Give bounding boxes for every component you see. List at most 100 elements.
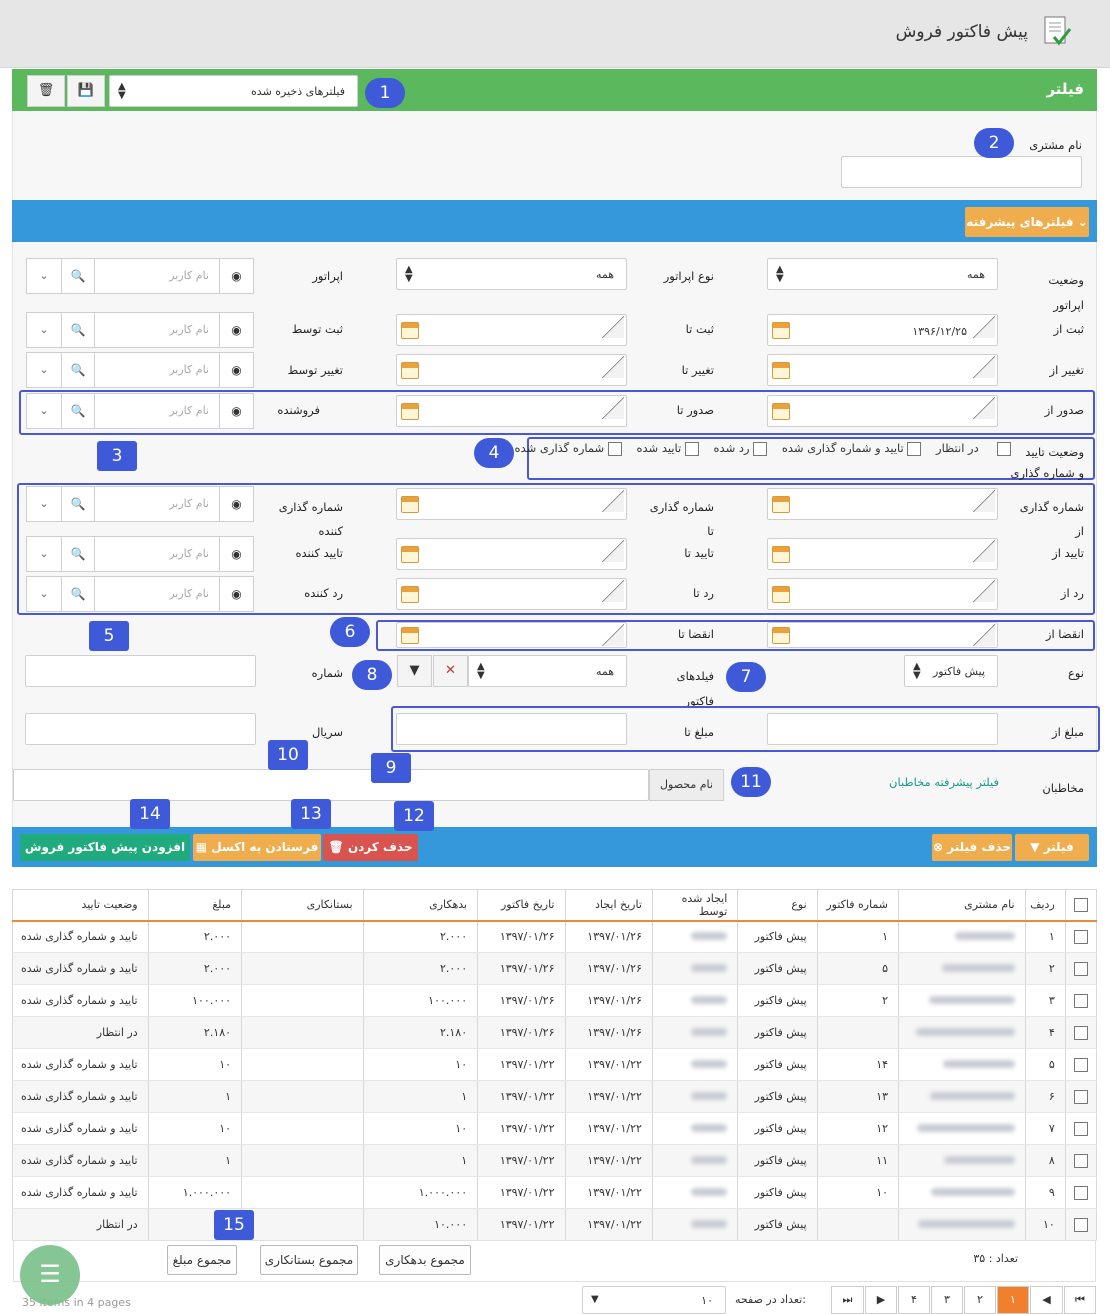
rejecter-user-picker[interactable]: ◉ نام کاربر 🔍 ⌄ [26,576,254,612]
calendar-icon[interactable] [401,496,419,513]
reg-by-user-picker[interactable]: ◉ نام کاربر 🔍 ⌄ [26,312,254,348]
table-row[interactable]: تایید و شماره گذاری شده ۲.۰۰۰ ۲.۰۰۰ ۱۳۹۷/۰۱… [12,920,1098,953]
product-name-input[interactable] [13,769,649,801]
radio-icon[interactable]: ◉ [219,394,253,428]
operator-user-picker[interactable]: ◉ نام کاربر 🔍 ⌄ [26,258,254,294]
table-row[interactable]: تایید و شماره گذاری شده ۱ ۱ ۱۳۹۷/۰۱/۲۲ ۱۳۹۷/… [12,1144,1098,1177]
col-header[interactable]: نام مشتری [898,889,1026,922]
exp-from-date[interactable] [767,622,998,648]
delete-filter-button[interactable]: 🗑 [27,75,65,107]
radio-icon[interactable]: ◉ [219,537,253,571]
pager-page-2[interactable]: ۲ [964,1286,996,1314]
table-row[interactable]: تایید و شماره گذاری شده ۱۰ ۱۰ ۱۳۹۷/۰۱/۲۲ ۱۳۹… [12,1112,1098,1145]
search-icon[interactable]: 🔍 [61,394,95,428]
table-row[interactable]: تایید و شماره گذاری شده ۲.۰۰۰ ۲.۰۰۰ ۱۳۹۷/۰۱… [12,952,1098,985]
calendar-icon[interactable] [772,586,790,603]
calendar-icon[interactable] [772,403,790,420]
select-all-checkbox[interactable] [1064,889,1098,922]
sum-credit-button[interactable]: مجموع بستانکاری [260,1245,358,1275]
chevron-down-icon[interactable]: ⌄ [27,313,61,347]
iss-to-date[interactable] [396,395,627,427]
checkbox-pending[interactable] [997,441,1011,456]
reg-to-date[interactable] [396,314,627,346]
chevron-down-icon[interactable]: ⌄ [27,577,61,611]
row-checkbox[interactable] [1064,1048,1098,1081]
table-row[interactable]: در انتظار۱۰۱۰.۰۰۰۱۳۹۷/۰۱/۲۲۱۳۹۷/۰۱/۲۲پیش… [12,1208,1098,1241]
calendar-icon[interactable] [772,627,790,644]
checkbox-approved-numbered[interactable] [907,441,922,456]
table-row[interactable]: تایید و شماره گذاری شده ۱ ۱ ۱۳۹۷/۰۱/۲۲ ۱۳۹۷/… [12,1080,1098,1113]
add-invoice-button[interactable]: افزودن پیش فاکتور فروش [20,834,190,861]
col-header[interactable]: بدهکاری [362,889,479,922]
pager-first[interactable]: ⏮ [1064,1286,1096,1314]
exp-to-date[interactable] [396,622,627,648]
search-icon[interactable]: 🔍 [61,353,95,387]
row-checkbox[interactable] [1064,984,1098,1017]
table-row[interactable]: تایید و شماره گذاری شده ۱.۰۰۰.۰۰۰ ۱.۰۰۰.۰۰… [12,1176,1098,1209]
chg-from-date[interactable] [767,354,998,386]
checkbox-rejected[interactable] [753,441,768,456]
radio-icon[interactable]: ◉ [219,487,253,521]
type-select[interactable]: پیش فاکتور ▲ ▼ [904,655,998,687]
contacts-advanced-link[interactable]: فیلتر پیشرفته مخاطبان [889,775,999,789]
pager-page-1[interactable]: ۱ [997,1286,1029,1314]
radio-icon[interactable]: ◉ [219,353,253,387]
advanced-filters-button[interactable]: فیلترهای پیشرفته ⌄ [965,207,1089,237]
calendar-icon[interactable] [401,403,419,420]
appr-to-date[interactable] [396,538,627,570]
calendar-icon[interactable] [401,627,419,644]
amount-to-input[interactable] [396,713,627,745]
pager-last[interactable]: ⏭ [831,1286,864,1314]
checkbox-numbered[interactable] [607,441,622,456]
calendar-icon[interactable] [401,586,419,603]
row-checkbox[interactable] [1064,1016,1098,1049]
numberer-user-picker[interactable]: ◉ نام کاربر 🔍 ⌄ [26,486,254,522]
clear-button[interactable]: ✕ [433,655,468,687]
row-checkbox[interactable] [1064,1144,1098,1177]
checkbox-approved[interactable] [684,441,699,456]
search-icon[interactable]: 🔍 [61,313,95,347]
chevron-down-icon[interactable]: ⌄ [27,394,61,428]
calendar-icon[interactable] [772,546,790,563]
calendar-icon[interactable] [772,496,790,513]
row-checkbox[interactable] [1064,1176,1098,1209]
menu-fab[interactable]: ☰ [20,1245,80,1305]
num-to-date[interactable] [396,488,627,520]
iss-from-date[interactable] [767,395,998,427]
col-header[interactable]: ایجاد شده توسط [651,889,739,922]
operator-type-select[interactable]: همه ▲ ▼ [396,258,627,290]
col-header[interactable]: ردیف [1024,889,1066,922]
table-row[interactable]: تایید و شماره گذاری شده ۱۰۰.۰۰۰ ۱۰۰.۰۰۰ ۱۳۹… [12,984,1098,1017]
radio-icon[interactable]: ◉ [219,259,253,293]
row-checkbox[interactable] [1064,1112,1098,1145]
col-header[interactable]: بستانکاری [241,889,364,922]
save-filter-button[interactable]: 💾 [67,75,105,107]
pager-next[interactable]: ▶ [865,1286,897,1314]
col-header[interactable]: مبلغ [147,889,243,922]
calendar-icon[interactable] [401,322,419,339]
sum-amount-button[interactable]: مجموع مبلغ [167,1245,237,1275]
appr-from-date[interactable] [767,538,998,570]
col-header[interactable]: تاریخ فاکتور [477,889,566,922]
number-input[interactable] [25,655,256,687]
pager-prev[interactable]: ◀ [1030,1286,1063,1314]
calendar-icon[interactable] [401,546,419,563]
col-header[interactable]: تاریخ ایجاد [564,889,653,922]
rej-from-date[interactable] [767,578,998,610]
chg-to-date[interactable] [396,354,627,386]
radio-icon[interactable]: ◉ [219,577,253,611]
filter-button[interactable]: ▼ فیلتر [1015,834,1089,861]
invoice-fields-select[interactable]: همه ▲ ▼ [468,655,627,687]
approver-user-picker[interactable]: ◉ نام کاربر 🔍 ⌄ [26,536,254,572]
seller-user-picker[interactable]: ◉ نام کاربر 🔍 ⌄ [26,393,254,429]
row-checkbox[interactable] [1064,920,1098,953]
saved-filters-select[interactable]: فیلترهای ذخیره شده ▲ ▼ [109,75,358,107]
col-header[interactable]: شماره فاکتور [816,889,900,922]
search-icon[interactable]: 🔍 [61,487,95,521]
num-from-date[interactable] [767,488,998,520]
row-checkbox[interactable] [1064,1080,1098,1113]
table-row[interactable]: تایید و شماره گذاری شده ۱۰ ۱۰ ۱۳۹۷/۰۱/۲۲ ۱۳۹… [12,1048,1098,1081]
chg-by-user-picker[interactable]: ◉ نام کاربر 🔍 ⌄ [26,352,254,388]
chevron-down-icon[interactable]: ⌄ [27,259,61,293]
chevron-down-icon[interactable]: ⌄ [27,353,61,387]
